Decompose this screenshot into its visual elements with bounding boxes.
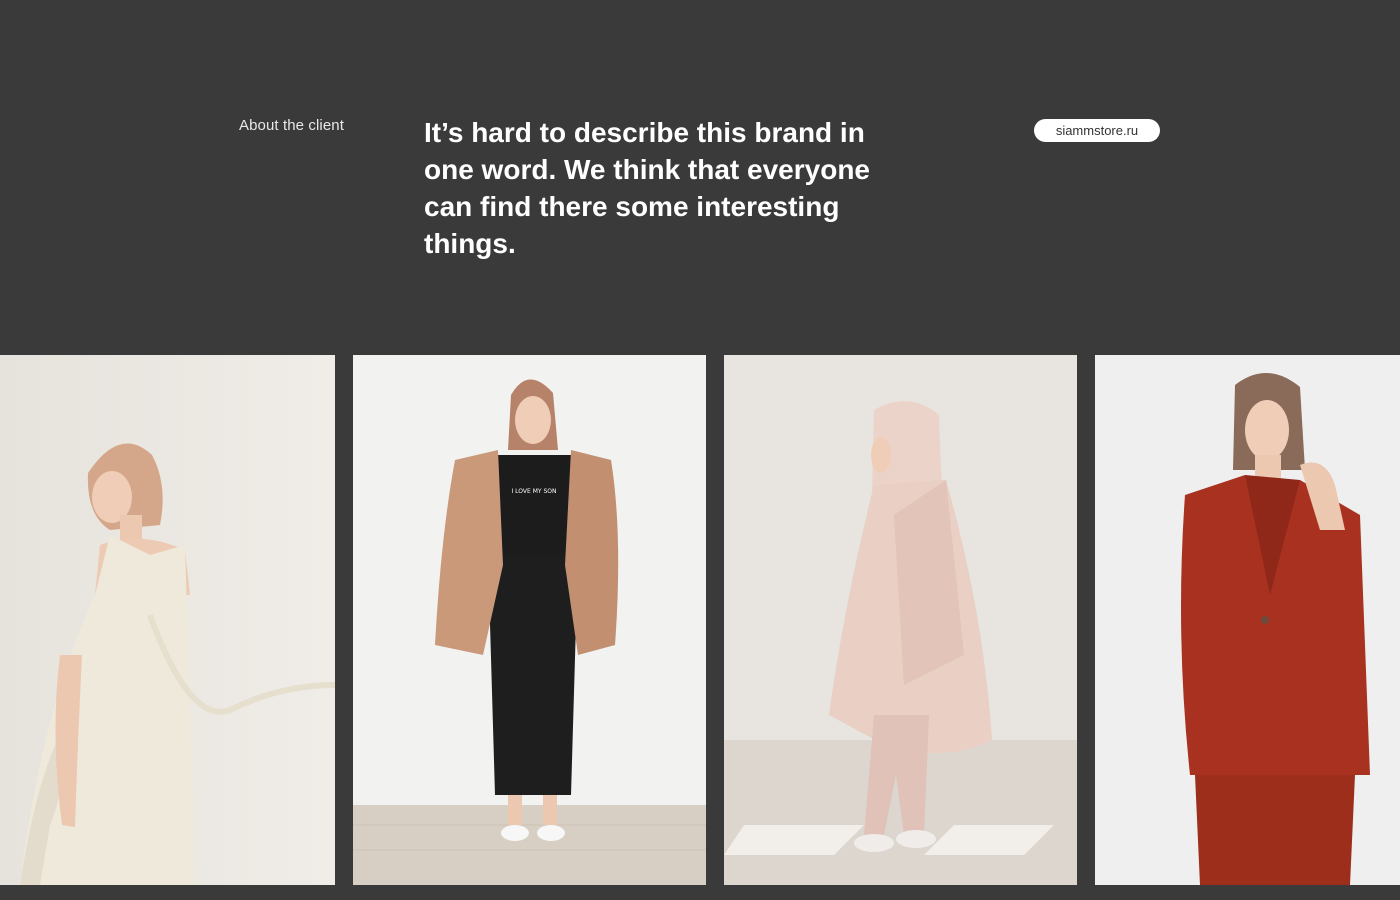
client-description-headline: It’s hard to describe this brand in one … [424, 117, 871, 259]
gallery-photo-pink-coat [724, 355, 1077, 885]
shirt-print-text: I LOVE MY SON [512, 488, 557, 495]
client-site-link[interactable]: siammstore.ru [1034, 119, 1160, 142]
section-label: About the client [239, 117, 345, 134]
photo-white-dress-image [0, 355, 335, 885]
client-section: About the client It’s hard to describe t… [0, 0, 1400, 900]
photo-pink-coat-image [724, 355, 1077, 885]
gallery-photo-white-dress [0, 355, 335, 885]
gallery-photo-red-suit [1095, 355, 1400, 885]
photo-tan-jacket-image: I LOVE MY SON [353, 355, 706, 885]
photo-gallery: I LOVE MY SON [0, 355, 1400, 885]
photo-red-suit-image [1095, 355, 1400, 885]
gallery-photo-tan-jacket: I LOVE MY SON [353, 355, 706, 885]
